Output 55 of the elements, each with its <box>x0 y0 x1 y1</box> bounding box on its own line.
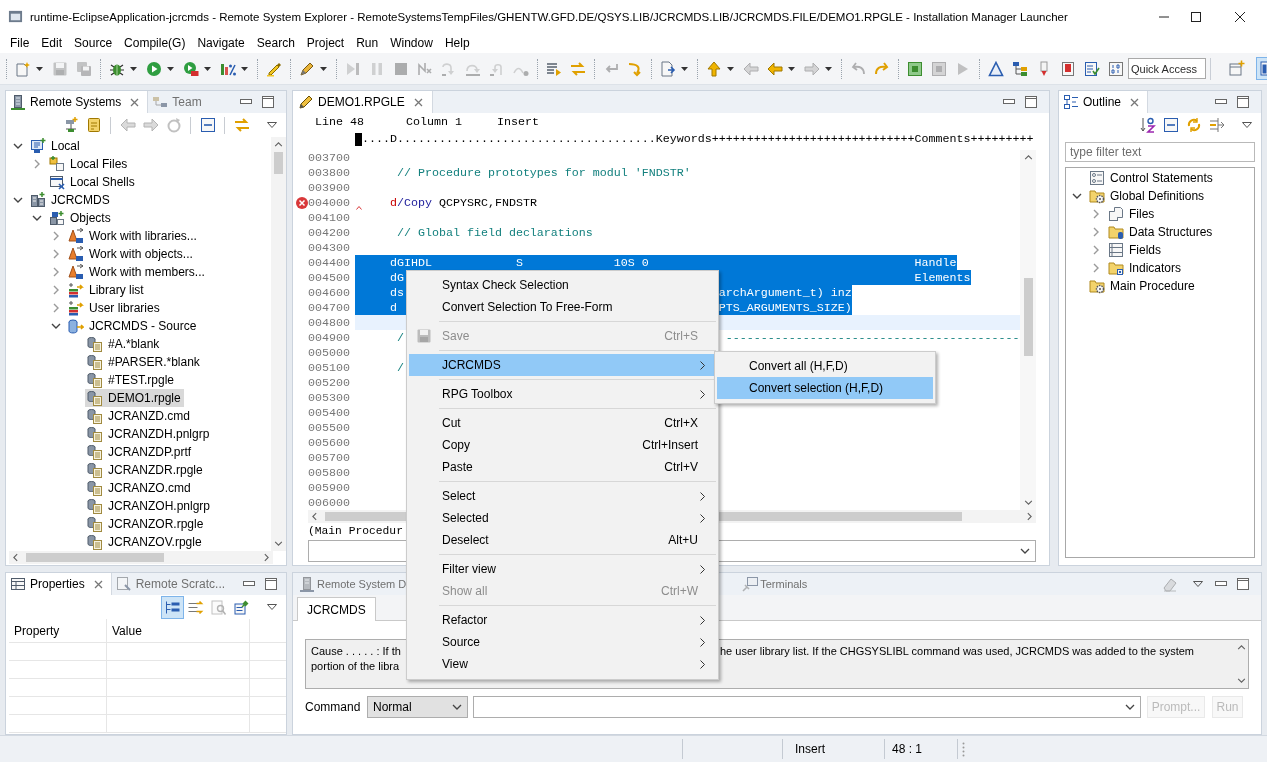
line-number: 005000 <box>308 345 351 360</box>
line-number: 004500 <box>308 270 351 285</box>
code-text: PTS_ARGUMENTS_SIZE) <box>718 300 852 315</box>
code-text: // Global field declarations <box>396 225 593 240</box>
command-label: Command <box>305 700 362 714</box>
menu-shortcut: Alt+U <box>668 533 698 547</box>
menu-shortcut: Ctrl+W <box>661 584 698 598</box>
line-number: 004200 <box>308 225 351 240</box>
menu-shortcut: Ctrl+V <box>664 460 698 474</box>
code-text: // Procedure prototypes for modul 'FNDSTR' <box>396 165 691 180</box>
code-text: / <box>396 360 404 375</box>
window-title: runtime-EclipseApplication-jcrcmds - Remote System Explorer - RemoteSystemsTempFiles/GHENTW.GFD.DE/QSYS.LIB/JCRCMDS.LIB/JCRCMDS.FILE/DEMO1.RPGLE - Installation Manager Launcher <box>30 10 1068 23</box>
line-number: 004800 <box>308 315 351 330</box>
code-text: d <box>389 300 397 315</box>
code-text: d/Copy QCPYSRC,FNDSTR <box>389 195 537 210</box>
code-text: ------------------------------------------ <box>725 330 1020 345</box>
editor-status-text: Column 1 <box>406 115 462 129</box>
line-number: 005600 <box>308 435 351 450</box>
editor-status-text: Line 48 <box>315 115 364 129</box>
line-number: 004300 <box>308 240 351 255</box>
line-number: 005400 <box>308 405 351 420</box>
line-number: 004900 <box>308 330 351 345</box>
line-number: 003800 <box>308 165 351 180</box>
menu-shortcut: Ctrl+S <box>664 329 698 343</box>
line-number: 004600 <box>308 285 351 300</box>
line-number: 005800 <box>308 465 351 480</box>
editor-status-text: Insert <box>497 115 539 129</box>
line-number: 003700 <box>308 150 351 165</box>
message-text: portion of the libra <box>311 659 400 672</box>
procedure-label: (Main Procedur <box>308 525 403 537</box>
code-text: dG <box>389 270 404 285</box>
code-text: / <box>396 330 404 345</box>
code-text: Elements <box>914 270 971 285</box>
line-number: 006000 <box>308 495 351 510</box>
code-text: archArgument_t) inz <box>718 285 852 300</box>
line-number: 004000 <box>308 195 351 210</box>
line-number: 005200 <box>308 375 351 390</box>
menu-shortcut: Ctrl+Insert <box>642 438 698 452</box>
status-text: Insert <box>795 742 825 756</box>
line-number: 003900 <box>308 180 351 195</box>
line-number: 005300 <box>308 390 351 405</box>
menu-shortcut: Ctrl+X <box>664 416 698 430</box>
code-text: dGIHDL S 10S 0 Handle <box>389 255 957 270</box>
status-text: 48 : 1 <box>892 742 923 756</box>
message-text: Cause . . . . . : If th <box>311 644 401 657</box>
message-text: he user library list. If the CHGSYSLIBL command was used, JCRCMDS was added to the system <box>720 644 1194 657</box>
line-number: 004100 <box>308 210 351 225</box>
line-number: 004700 <box>308 300 351 315</box>
code-text: ds <box>389 285 404 300</box>
line-number: 005100 <box>308 360 351 375</box>
line-number: 005900 <box>308 480 351 495</box>
line-number: 005700 <box>308 450 351 465</box>
line-number: 005500 <box>308 420 351 435</box>
line-number: 004400 <box>308 255 351 270</box>
column-ruler: ....D.....................................Keywords+++++++++++++++++++++++++++++Comments+++++++++ <box>362 132 1034 146</box>
